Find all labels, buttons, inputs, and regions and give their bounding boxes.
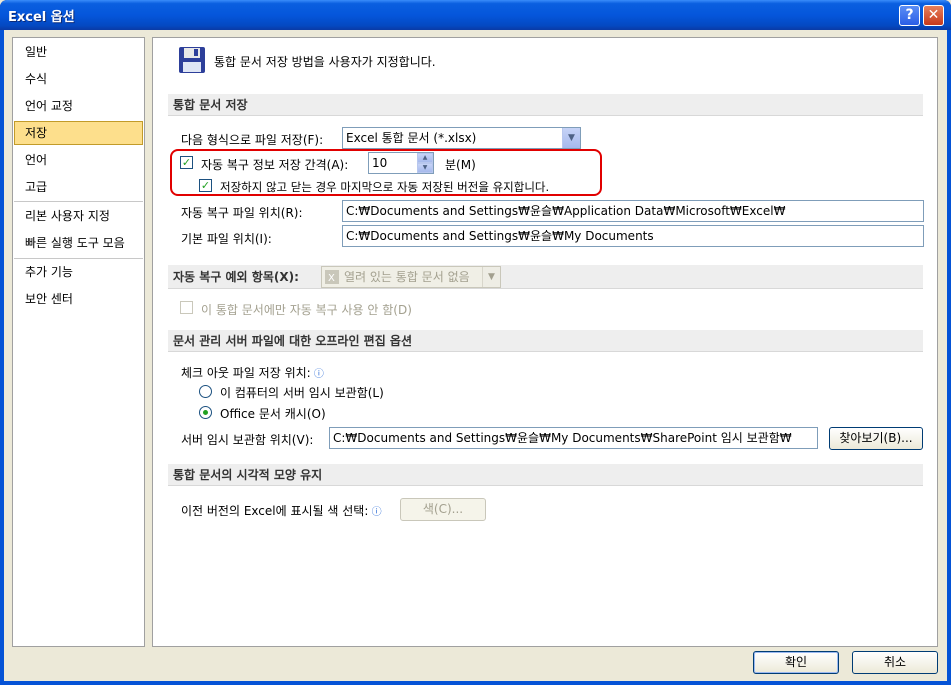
options-content-panel: 통합 문서 저장 방법을 사용자가 지정합니다. 통합 문서 저장 다음 형식으… [152, 37, 938, 647]
svg-text:X: X [328, 273, 335, 284]
colors-button[interactable]: 색(C)... [400, 498, 486, 521]
ok-button[interactable]: 확인 [753, 651, 839, 674]
sidebar-item-label: 저장 [25, 126, 48, 140]
title-bar[interactable]: Excel 옵션 ? ✕ [0, 0, 951, 30]
save-format-select[interactable]: Excel 통합 문서 (*.xlsx) ▼ [342, 127, 581, 149]
sidebar-item-label: 추가 기능 [25, 265, 73, 279]
sidebar-item-label: 보안 센터 [25, 292, 73, 306]
disable-autorecover-label: 이 통합 문서에만 자동 복구 사용 안 함(D) [201, 303, 412, 317]
sidebar-item-label: 빠른 실행 도구 모음 [25, 236, 125, 250]
sidebar-item-label: 언어 교정 [25, 99, 73, 113]
browse-button[interactable]: 찾아보기(B)... [829, 427, 923, 450]
cancel-button[interactable]: 취소 [852, 651, 938, 674]
sidebar-item-label: 고급 [25, 180, 48, 194]
save-format-value: Excel 통합 문서 (*.xlsx) [346, 131, 477, 145]
info-icon: ⓘ [310, 369, 324, 380]
window-title: Excel 옵션 [8, 10, 75, 25]
sidebar-item-label: 리본 사용자 지정 [25, 209, 110, 223]
section-header-offline-editing: 문서 관리 서버 파일에 대한 오프라인 편집 옵션 [168, 330, 923, 352]
default-location-label: 기본 파일 위치(I): [181, 232, 272, 246]
floppy-disk-icon [179, 47, 205, 73]
sidebar-item-proofing[interactable]: 언어 교정 [14, 94, 143, 118]
sidebar-item-quick-access-toolbar[interactable]: 빠른 실행 도구 모음 [14, 231, 143, 255]
color-select-label: 이전 버전의 Excel에 표시될 색 선택: ⓘ [181, 502, 382, 519]
checkout-location-label: 체크 아웃 파일 저장 위치: ⓘ [181, 364, 324, 381]
radio-server-drafts-label: 이 컴퓨터의 서버 임시 보관함(L) [220, 386, 384, 400]
window-border-right [947, 30, 951, 685]
page-header-text: 통합 문서 저장 방법을 사용자가 지정합니다. [214, 55, 436, 69]
autorecover-exceptions-title: 자동 복구 예외 항목(X): [173, 270, 299, 284]
radio-server-drafts[interactable] [199, 385, 212, 398]
server-drafts-location-input[interactable]: C:₩Documents and Settings₩윤슬₩My Document… [329, 427, 818, 449]
exceptions-workbook-select[interactable]: X 열려 있는 통합 문서 없음 ▼ [321, 266, 501, 288]
default-location-input[interactable]: C:₩Documents and Settings₩윤슬₩My Document… [342, 225, 924, 247]
color-select-text: 이전 버전의 Excel에 표시될 색 선택: [181, 504, 369, 518]
sidebar-divider [14, 258, 143, 259]
sidebar-item-advanced[interactable]: 고급 [14, 175, 143, 199]
sidebar-item-save[interactable]: 저장 [14, 121, 143, 145]
sidebar-item-general[interactable]: 일반 [14, 40, 143, 64]
section-header-save-workbooks: 통합 문서 저장 [168, 94, 923, 116]
section-header-visual-appearance: 통합 문서의 시각적 모양 유지 [168, 464, 923, 486]
sidebar-divider [14, 201, 143, 202]
options-sidebar: 일반 수식 언어 교정 저장 언어 고급 리본 사용자 지정 빠른 실행 도구 … [12, 37, 145, 647]
sidebar-item-label: 수식 [25, 72, 48, 86]
sidebar-item-label: 일반 [25, 45, 48, 59]
sidebar-item-add-ins[interactable]: 추가 기능 [14, 260, 143, 284]
save-format-label: 다음 형식으로 파일 저장(F): [181, 133, 324, 147]
disable-autorecover-checkbox[interactable] [180, 301, 193, 314]
window-border-bottom [0, 681, 951, 685]
highlight-annotation [170, 149, 602, 196]
info-icon: ⓘ [368, 507, 382, 518]
sidebar-item-language[interactable]: 언어 [14, 148, 143, 172]
server-drafts-location-label: 서버 임시 보관함 위치(V): [181, 433, 314, 447]
autorecover-location-input[interactable]: C:₩Documents and Settings₩윤슬₩Application… [342, 200, 924, 222]
sidebar-item-customize-ribbon[interactable]: 리본 사용자 지정 [14, 204, 143, 228]
sidebar-item-label: 언어 [25, 153, 48, 167]
section-header-autorecover-exceptions: 자동 복구 예외 항목(X): [168, 265, 923, 289]
sidebar-item-trust-center[interactable]: 보안 센터 [14, 287, 143, 311]
chevron-down-icon[interactable]: ▼ [482, 267, 500, 287]
autorecover-location-label: 자동 복구 파일 위치(R): [181, 206, 303, 220]
help-icon[interactable]: ? [899, 5, 920, 26]
chevron-down-icon[interactable]: ▼ [562, 128, 580, 148]
radio-office-cache[interactable] [199, 406, 212, 419]
checkout-location-text: 체크 아웃 파일 저장 위치: [181, 366, 311, 380]
close-icon[interactable]: ✕ [923, 5, 944, 26]
radio-office-cache-label: Office 문서 캐시(O) [220, 407, 326, 421]
exceptions-workbook-value: 열려 있는 통합 문서 없음 [344, 270, 470, 284]
sidebar-item-formulas[interactable]: 수식 [14, 67, 143, 91]
excel-workbook-icon: X [325, 270, 339, 284]
